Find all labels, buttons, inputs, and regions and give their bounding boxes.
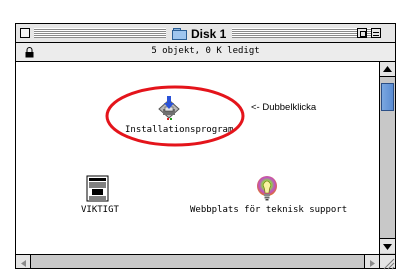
- document-icon: [86, 175, 109, 202]
- right-arrow-icon: [370, 260, 375, 267]
- scroll-thumb[interactable]: [381, 83, 394, 111]
- title-bar[interactable]: Disk 1: [16, 24, 395, 43]
- window-title: Disk 1: [191, 26, 227, 41]
- finder-window: Disk 1 5 objekt, 0 K ledigt Installation…: [15, 23, 396, 270]
- scroll-right-button[interactable]: [364, 255, 379, 268]
- highlight-circle: [105, 85, 245, 147]
- zoom-box-icon[interactable]: [357, 28, 367, 38]
- content-area: Installationsprogram <- Dubbelklicka VIK…: [16, 62, 379, 254]
- double-click-annotation: <- Dubbelklicka: [251, 102, 317, 113]
- scroll-down-button[interactable]: [380, 238, 395, 253]
- viktigt-label[interactable]: VIKTIGT: [81, 205, 119, 215]
- disk-folder-icon: [172, 28, 187, 40]
- info-bar: 5 objekt, 0 K ledigt: [16, 43, 395, 62]
- scroll-left-button[interactable]: [16, 255, 31, 268]
- support-item[interactable]: [255, 175, 279, 203]
- horizontal-scrollbar[interactable]: [16, 254, 379, 268]
- left-arrow-icon: [21, 260, 26, 267]
- close-box-icon[interactable]: [20, 28, 30, 38]
- lightbulb-icon: [257, 176, 277, 201]
- down-arrow-icon: [383, 244, 392, 250]
- viktigt-item[interactable]: [86, 175, 110, 203]
- resize-grip-icon[interactable]: [379, 254, 395, 270]
- up-arrow-icon: [383, 66, 392, 72]
- status-text: 5 objekt, 0 K ledigt: [151, 46, 260, 56]
- support-label[interactable]: Webbplats för teknisk support: [190, 205, 347, 215]
- window-title-group: Disk 1: [166, 25, 233, 42]
- collapse-box-icon[interactable]: [371, 28, 381, 38]
- vertical-scrollbar[interactable]: [379, 62, 395, 254]
- grip-lines: [383, 258, 395, 270]
- scroll-up-button[interactable]: [380, 62, 395, 77]
